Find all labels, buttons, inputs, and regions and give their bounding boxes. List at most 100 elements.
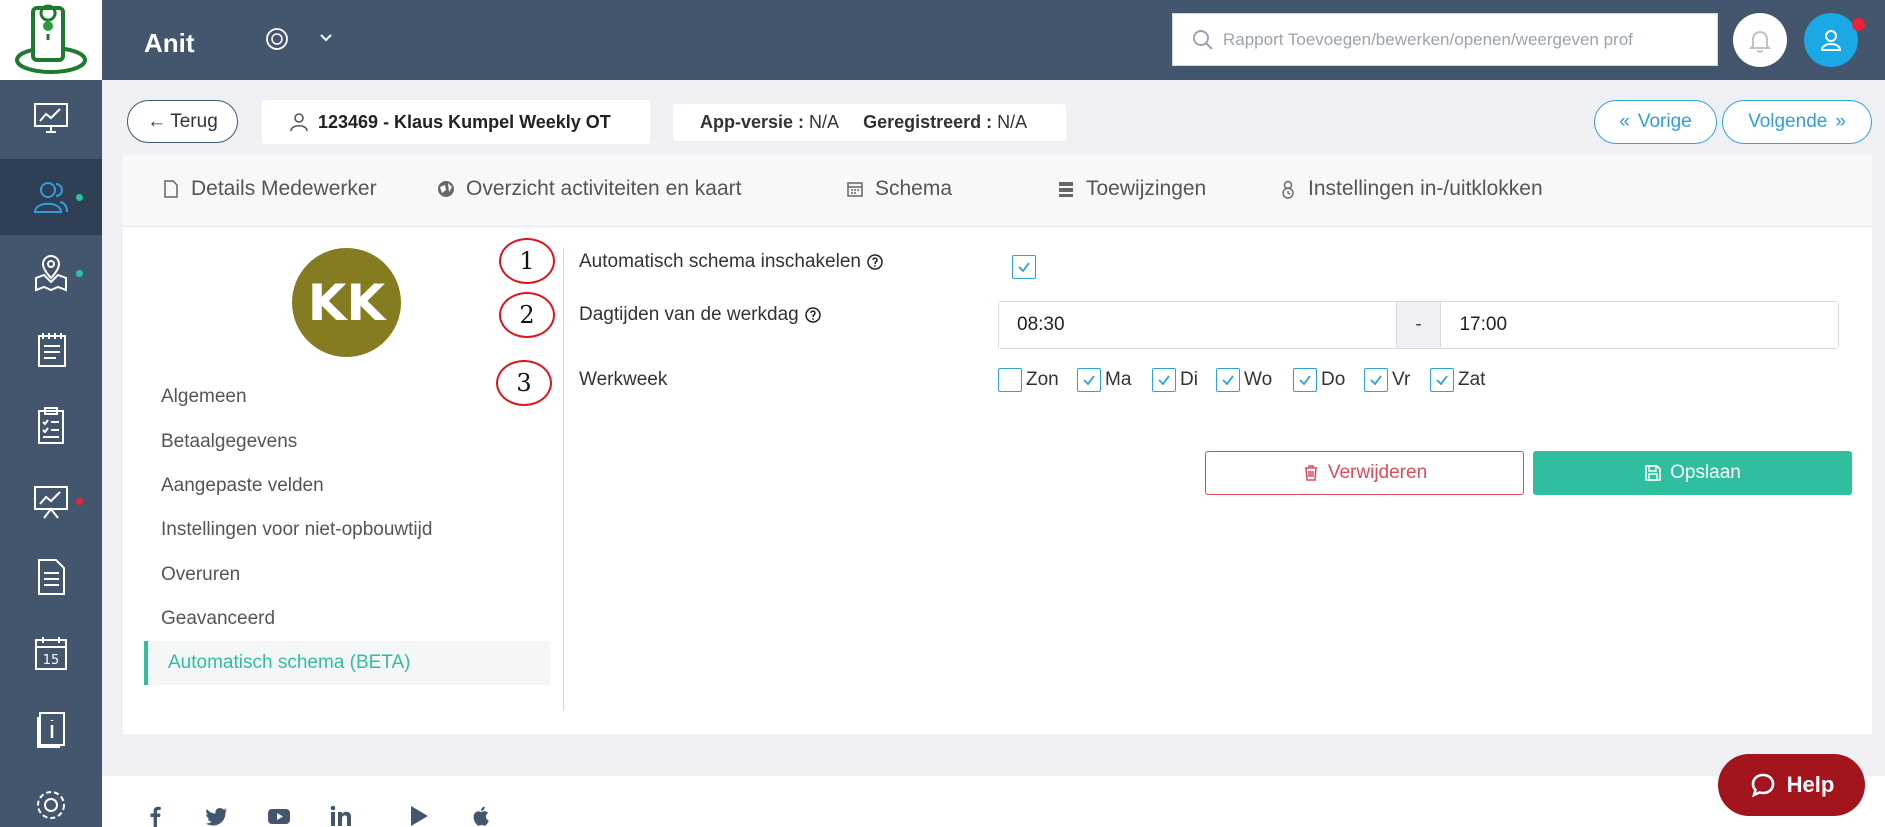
previous-button[interactable]: « Vorige [1594,100,1717,144]
day-saturday-checkbox[interactable] [1430,368,1454,392]
arrow-left-icon: ← [147,110,167,132]
day-tuesday-checkbox[interactable] [1152,368,1176,392]
user-menu-button[interactable] [1804,13,1858,67]
rail-tasks[interactable] [0,387,102,463]
day-saturday[interactable]: Zat [1430,368,1485,392]
next-button[interactable]: Volgende » [1722,100,1872,144]
question-circle-icon[interactable] [867,254,883,270]
day-monday[interactable]: Ma [1077,368,1131,392]
previous-label: Vorige [1637,111,1692,132]
day-wednesday[interactable]: Wo [1216,368,1272,392]
twitter-icon[interactable] [204,803,230,827]
linkedin-icon[interactable] [328,803,354,827]
day-friday[interactable]: Vr [1364,368,1410,392]
end-time-input[interactable] [1441,302,1838,348]
day-tuesday[interactable]: Di [1152,368,1198,392]
menu-item-advanced[interactable]: Geavanceerd [161,608,275,630]
annotation-1: 1 [499,238,555,284]
day-label: Zon [1026,369,1059,390]
logo-icon [15,4,87,74]
user-icon [290,113,308,132]
day-times-label: Dagtijden van de werkdag [579,304,799,325]
tab-label: Details Medewerker [191,177,377,200]
tab-schedule[interactable]: Schema [845,177,952,201]
users-icon [33,182,68,213]
rail-documents[interactable] [0,539,102,615]
tab-bar: Details Medewerker Overzicht activiteite… [123,155,1872,227]
day-thursday-checkbox[interactable] [1293,368,1317,392]
rail-notes[interactable] [0,311,102,387]
google-play-icon[interactable] [406,803,432,827]
app-version-label: App-versie : [700,112,805,132]
search-icon [1193,30,1213,50]
rail-dashboard[interactable] [0,80,102,156]
day-label: Ma [1105,369,1132,390]
day-label: Vr [1392,369,1411,390]
menu-item-overtime[interactable]: Overuren [161,564,240,586]
rail-reports[interactable] [0,463,102,539]
youtube-icon[interactable] [266,803,292,827]
map-pin-icon [35,254,67,292]
double-chevron-right-icon: » [1835,111,1846,132]
search-box [1172,13,1718,66]
rail-map[interactable] [0,235,102,311]
search-input[interactable] [1223,24,1703,56]
day-wednesday-checkbox[interactable] [1216,368,1240,392]
help-button[interactable]: Help [1718,754,1865,816]
help-label: Help [1786,772,1835,797]
check-icon [1158,375,1170,386]
rail-info[interactable] [0,691,102,767]
chevron-down-icon[interactable] [318,30,334,46]
notepad-icon [38,333,66,367]
save-button[interactable]: Opslaan [1533,451,1852,495]
floppy-disk-icon [1645,465,1661,481]
check-icon [1436,375,1448,386]
start-time-input[interactable] [999,302,1396,348]
list-icon [1059,182,1073,197]
day-times-group: - [998,301,1839,349]
facebook-icon[interactable] [142,803,168,827]
tab-assignments[interactable]: Toewijzingen [1056,177,1206,201]
back-label: Terug [170,110,218,132]
day-label: Do [1321,369,1346,390]
rail-calendar[interactable]: 15 [0,615,102,691]
rail-settings[interactable] [0,767,102,827]
menu-item-general[interactable]: Algemeen [161,386,247,408]
day-monday-checkbox[interactable] [1077,368,1101,392]
back-button[interactable]: ← Terug [127,100,238,143]
globe-icon [438,181,454,197]
day-friday-checkbox[interactable] [1364,368,1388,392]
top-bar: Anit [102,0,1885,80]
menu-item-payment[interactable]: Betaalgegevens [161,431,297,453]
auto-schedule-checkbox[interactable] [1012,255,1036,279]
day-thursday[interactable]: Do [1293,368,1345,392]
clock-user-icon [1282,180,1294,199]
app-logo[interactable] [0,0,102,80]
tab-details[interactable]: Details Medewerker [161,177,377,201]
rail-employees[interactable] [0,159,102,235]
tab-clock-settings[interactable]: Instellingen in-/uitklokken [1278,177,1543,201]
check-icon [1370,375,1382,386]
day-times-row-label: Dagtijden van de werkdag [579,304,821,326]
menu-item-non-accrual[interactable]: Instellingen voor niet-opbouwtijd [161,519,432,541]
document-icon [164,180,178,198]
calendar-icon: 15 [35,637,67,670]
left-rail: 15 [0,0,102,827]
organization-icon[interactable] [264,26,290,52]
apple-icon[interactable] [468,803,494,827]
question-circle-icon[interactable] [804,307,821,323]
check-icon [1299,375,1311,386]
day-sunday-checkbox[interactable] [998,368,1022,392]
menu-item-auto-schedule[interactable]: Automatisch schema (BETA) [144,641,550,685]
menu-item-custom-fields[interactable]: Aangepaste velden [161,475,324,497]
day-sunday[interactable]: Zon [998,368,1059,392]
employee-chip: 123469 - Klaus Kumpel Weekly OT [262,100,650,144]
notifications-button[interactable] [1733,13,1787,67]
app-version-value: N/A [809,112,840,132]
delete-label: Verwijderen [1327,462,1428,483]
vertical-divider [563,248,564,711]
annotation-3: 3 [496,360,552,406]
tab-activity-map[interactable]: Overzicht activiteiten en kaart [436,177,741,201]
employees-status-dot [76,194,83,201]
delete-button[interactable]: Verwijderen [1205,451,1524,495]
